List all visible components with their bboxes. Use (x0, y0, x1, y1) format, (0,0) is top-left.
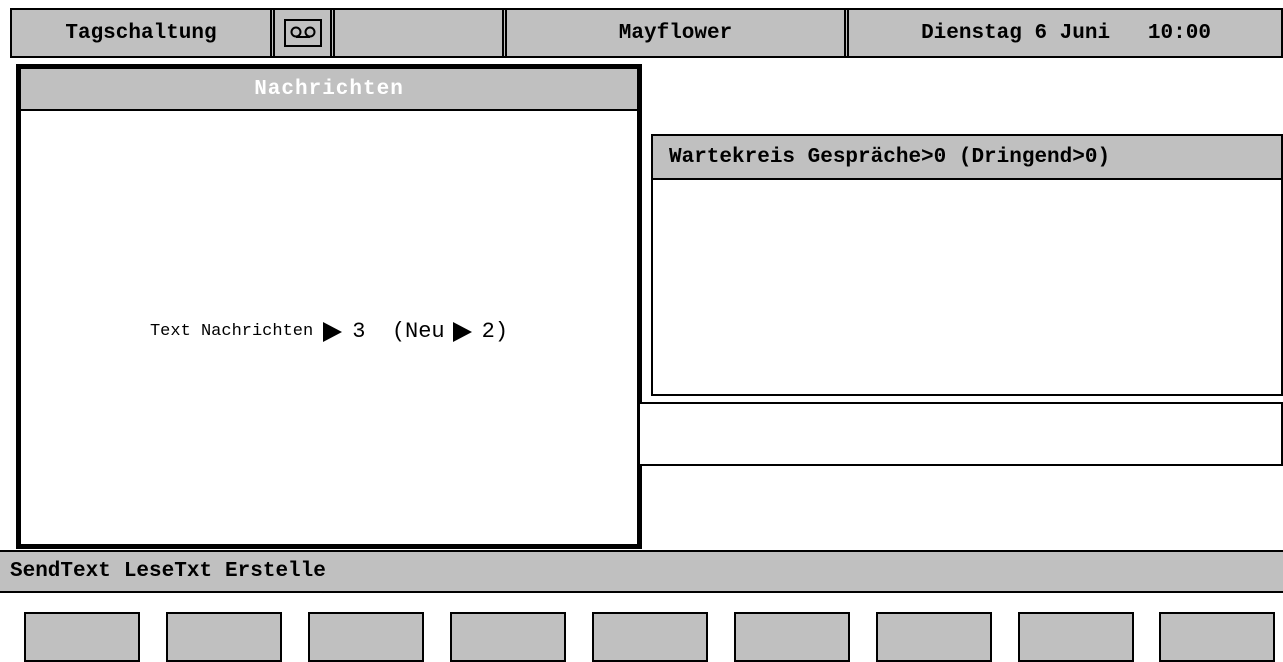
arrow-right-icon (452, 321, 472, 342)
mode-indicator[interactable]: Tagschaltung (12, 10, 270, 56)
date-text: Dienstag 6 Juni (921, 21, 1111, 45)
call-queue-panel[interactable]: Wartekreis Gespräche>0 (Dringend>0) (651, 134, 1283, 396)
messages-panel[interactable]: Nachrichten Text Nachrichten 3 (Neu 2) (16, 64, 642, 549)
text-messages-label: Text Nachrichten (149, 322, 314, 341)
new-message-count: 2) (481, 319, 509, 344)
softkey-erstelle[interactable]: Erstelle (225, 560, 326, 583)
softkey-sendtext[interactable]: SendText (10, 560, 111, 583)
status-bar: Tagschaltung Mayflower Dienstag 6 Juni 1… (10, 8, 1283, 58)
date-time: Dienstag 6 Juni 10:00 (844, 10, 1283, 56)
status-field-empty (330, 10, 502, 56)
message-summary[interactable]: Text Nachrichten 3 (Neu 2) (21, 319, 637, 344)
softkey-lesetxt[interactable]: LeseTxt (124, 560, 212, 583)
cassette-tape-icon (283, 19, 322, 47)
arrow-right-icon (323, 321, 343, 342)
messages-title: Nachrichten (21, 69, 637, 111)
time-text: 10:00 (1147, 21, 1211, 45)
softkey-label-bar: SendText LeseTxt Erstelle (0, 550, 1283, 593)
input-field[interactable] (640, 402, 1283, 466)
call-queue-title: Wartekreis Gespräche>0 (Dringend>0) (653, 136, 1281, 180)
new-label: (Neu (391, 319, 445, 344)
message-count: 3 (352, 319, 366, 344)
voicemail-indicator[interactable] (270, 10, 330, 56)
station-name: Mayflower (502, 10, 844, 56)
